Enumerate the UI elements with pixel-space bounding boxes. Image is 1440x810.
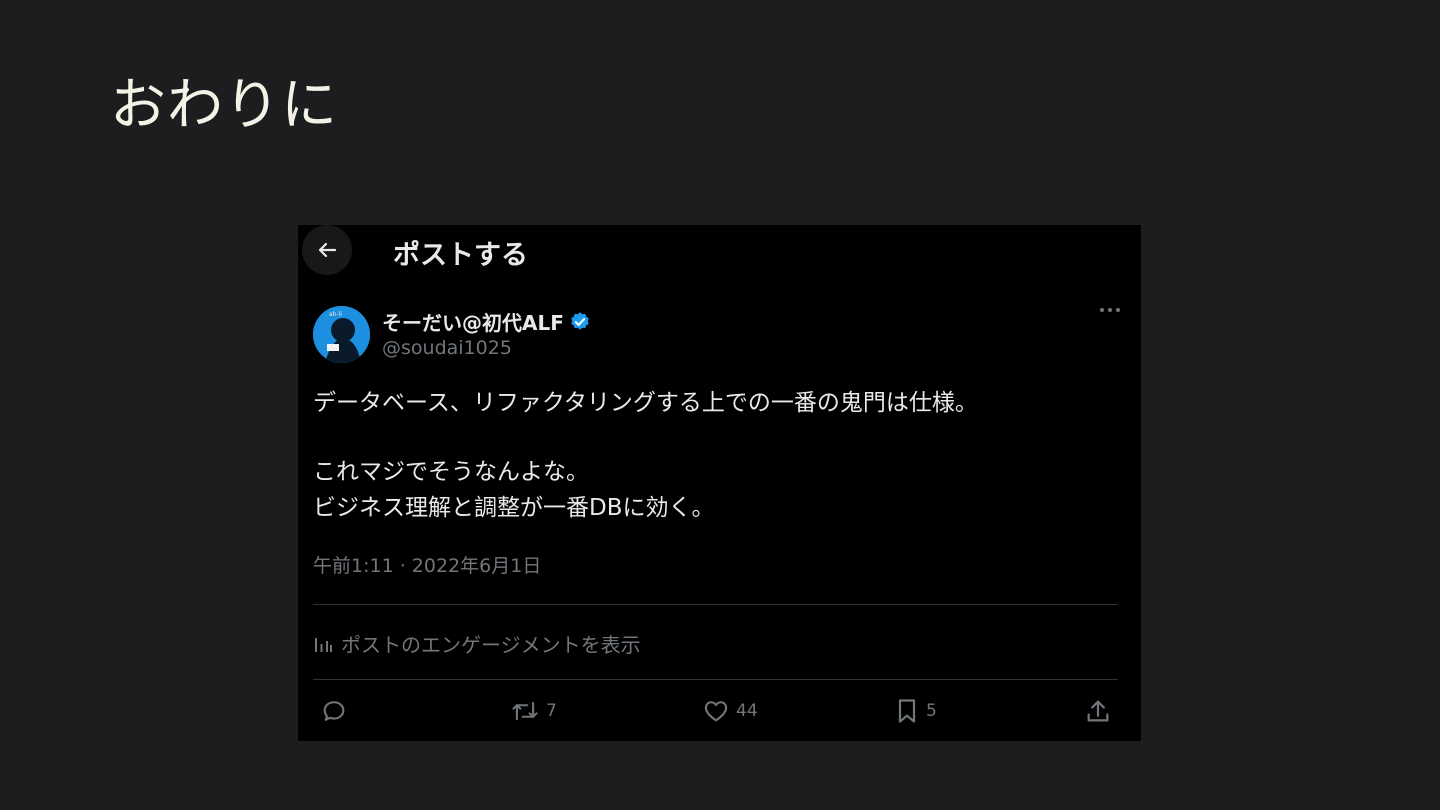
more-options-button[interactable] (1099, 307, 1121, 313)
post-text-line: これマジでそうなんよな。 (313, 459, 589, 485)
action-bar: 7 44 5 (298, 695, 1141, 735)
divider (313, 679, 1118, 680)
retweet-count: 7 (546, 701, 557, 721)
svg-text:ah-li: ah-li (329, 311, 342, 318)
analytics-icon (315, 637, 332, 652)
retweet-button[interactable]: 7 (510, 697, 557, 725)
post-text: データベース、リファクタリングする上での一番の鬼門は仕様。 これマジでそうなんよ… (313, 385, 1113, 526)
author-name-text: そーだい@初代ALF (382, 311, 564, 335)
retweet-icon (512, 701, 538, 721)
header-title: ポストする (393, 240, 528, 271)
post-header: ポストする (298, 225, 1141, 281)
bookmark-count: 5 (926, 701, 937, 721)
share-icon (1087, 700, 1109, 722)
more-icon (1100, 308, 1120, 312)
post-timestamp[interactable]: 午前1:11 · 2022年6月1日 (313, 551, 541, 578)
author-handle[interactable]: @soudai1025 (382, 337, 512, 359)
like-button[interactable]: 44 (702, 697, 758, 725)
like-count: 44 (736, 701, 758, 721)
view-engagement-link[interactable]: ポストのエンゲージメントを表示 (313, 629, 641, 658)
reply-icon (323, 701, 345, 721)
post-screenshot: ポストする ah-li そーだい@初代ALF @soudai1025 データベー… (298, 225, 1141, 741)
slide-title: おわりに (110, 73, 338, 138)
bookmark-button[interactable]: 5 (894, 697, 937, 725)
share-button[interactable] (1084, 697, 1112, 725)
back-button[interactable] (302, 225, 352, 275)
divider (313, 604, 1118, 605)
post-text-line: ビジネス理解と調整が一番DBに効く。 (313, 495, 715, 521)
engagement-label: ポストのエンゲージメントを表示 (341, 633, 641, 657)
like-icon (704, 701, 728, 722)
bookmark-icon (898, 699, 916, 723)
post-text-line: データベース、リファクタリングする上での一番の鬼門は仕様。 (313, 390, 978, 416)
author-name[interactable]: そーだい@初代ALF (382, 307, 591, 336)
reply-button[interactable] (320, 697, 348, 725)
back-arrow-icon (318, 242, 337, 258)
avatar[interactable]: ah-li (313, 306, 370, 363)
verified-badge-icon (571, 311, 589, 330)
